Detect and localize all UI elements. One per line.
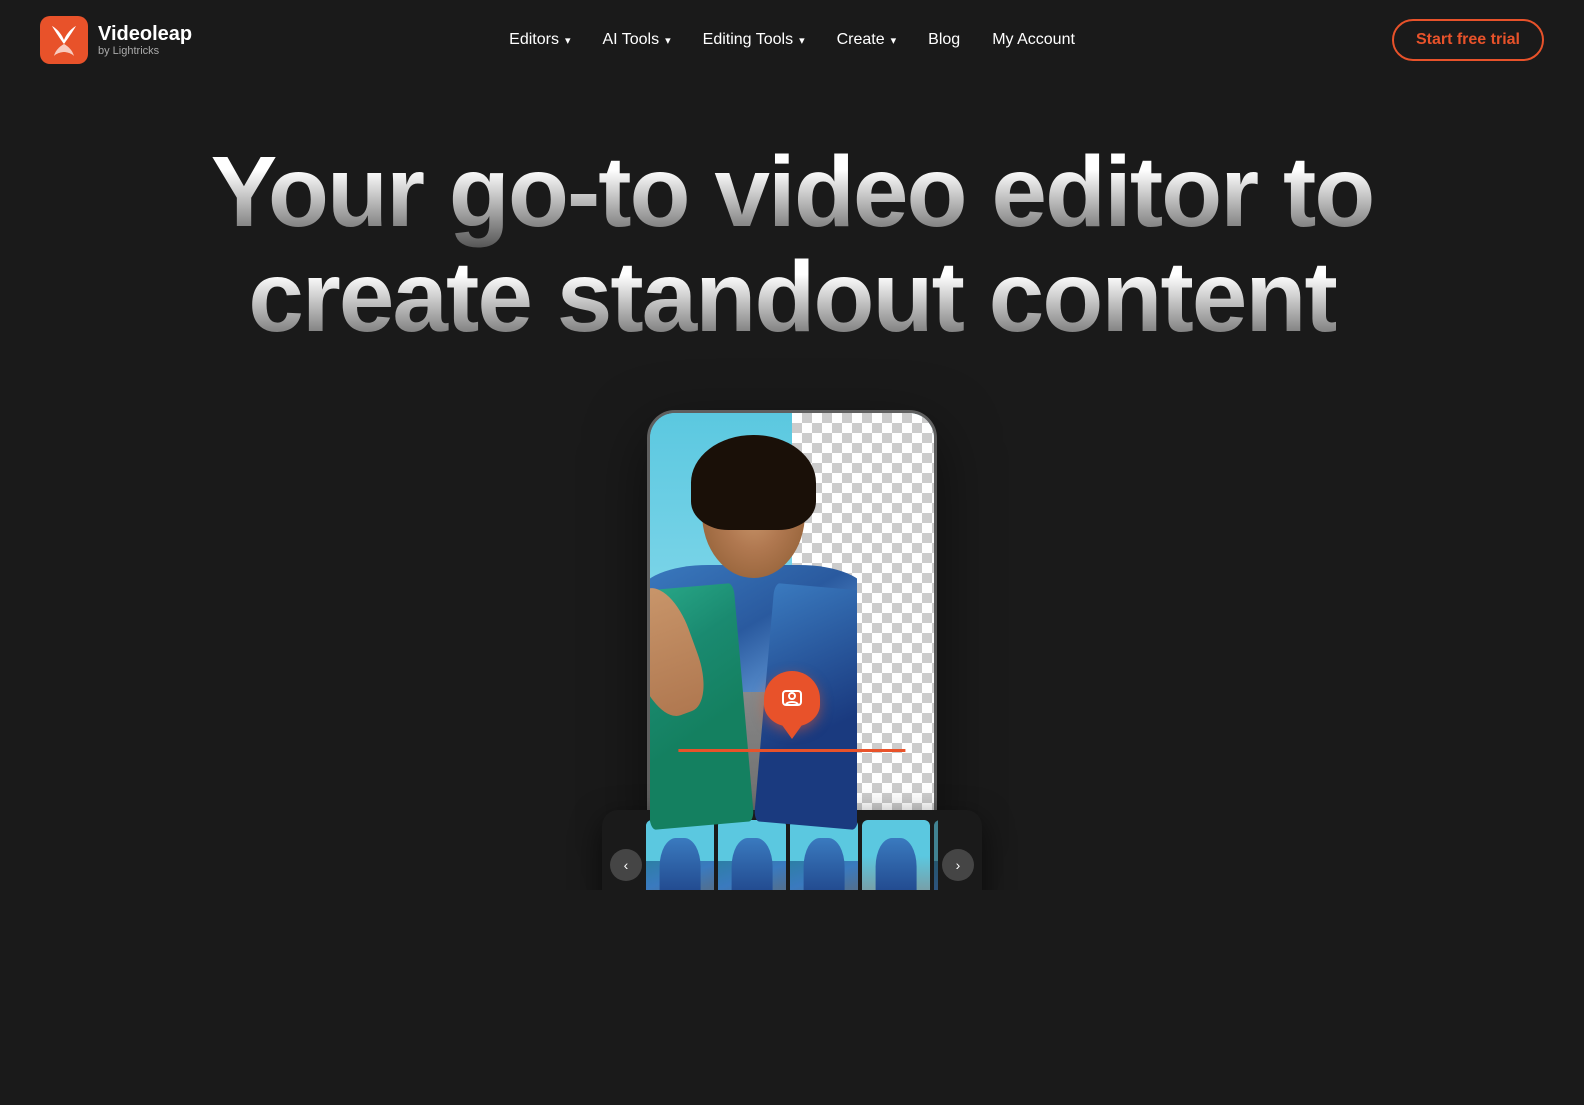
person-figure <box>650 413 857 847</box>
chevron-down-icon: ▾ <box>891 34 897 47</box>
filmstrip-frame-3[interactable] <box>790 820 858 890</box>
logo-link[interactable]: Videoleap by Lightricks <box>40 16 192 64</box>
filmstrip-next-button[interactable]: › <box>942 849 974 881</box>
filmstrip-frames <box>646 820 938 890</box>
nav-links: Editors ▾ AI Tools ▾ Editing Tools ▾ Cre… <box>497 23 1087 57</box>
filmstrip-prev-button[interactable]: ‹ <box>610 849 642 881</box>
hero-section: Your go-to video editor to create stando… <box>0 80 1584 890</box>
brand-tagline: by Lightricks <box>98 45 192 57</box>
chevron-down-icon: ▾ <box>799 34 805 47</box>
start-trial-button[interactable]: Start free trial <box>1392 19 1544 61</box>
filmstrip-frame-4[interactable] <box>862 820 930 890</box>
filmstrip-frame-1[interactable] <box>646 820 714 890</box>
hero-headline: Your go-to video editor to create stando… <box>92 140 1492 350</box>
nav-item-editing-tools[interactable]: Editing Tools ▾ <box>691 23 817 57</box>
timeline-bar <box>678 749 905 752</box>
phone-mockup-container: ‹ <box>0 410 1584 890</box>
hero-headline-line2: create standout content <box>248 241 1336 353</box>
hair <box>691 435 815 530</box>
nav-item-create[interactable]: Create ▾ <box>825 23 909 57</box>
chevron-down-icon: ▾ <box>665 34 671 47</box>
nav-item-account[interactable]: My Account <box>980 23 1087 57</box>
profile-pin-icon <box>778 685 806 713</box>
pin-icon-circle <box>764 671 820 727</box>
logo-icon <box>40 16 88 64</box>
location-pin <box>764 671 820 727</box>
filmstrip-frame-5[interactable] <box>934 820 938 890</box>
nav-item-blog[interactable]: Blog <box>916 23 972 57</box>
chevron-down-icon: ▾ <box>565 34 571 47</box>
nav-item-ai-tools[interactable]: AI Tools ▾ <box>590 23 682 57</box>
hero-headline-line1: Your go-to video editor to <box>211 136 1374 248</box>
phone-screen <box>650 413 934 847</box>
brand-name: Videoleap <box>98 23 192 45</box>
navigation: Videoleap by Lightricks Editors ▾ AI Too… <box>0 0 1584 80</box>
nav-item-editors[interactable]: Editors ▾ <box>497 23 582 57</box>
filmstrip-frame-2[interactable] <box>718 820 786 890</box>
phone-mockup <box>647 410 937 850</box>
